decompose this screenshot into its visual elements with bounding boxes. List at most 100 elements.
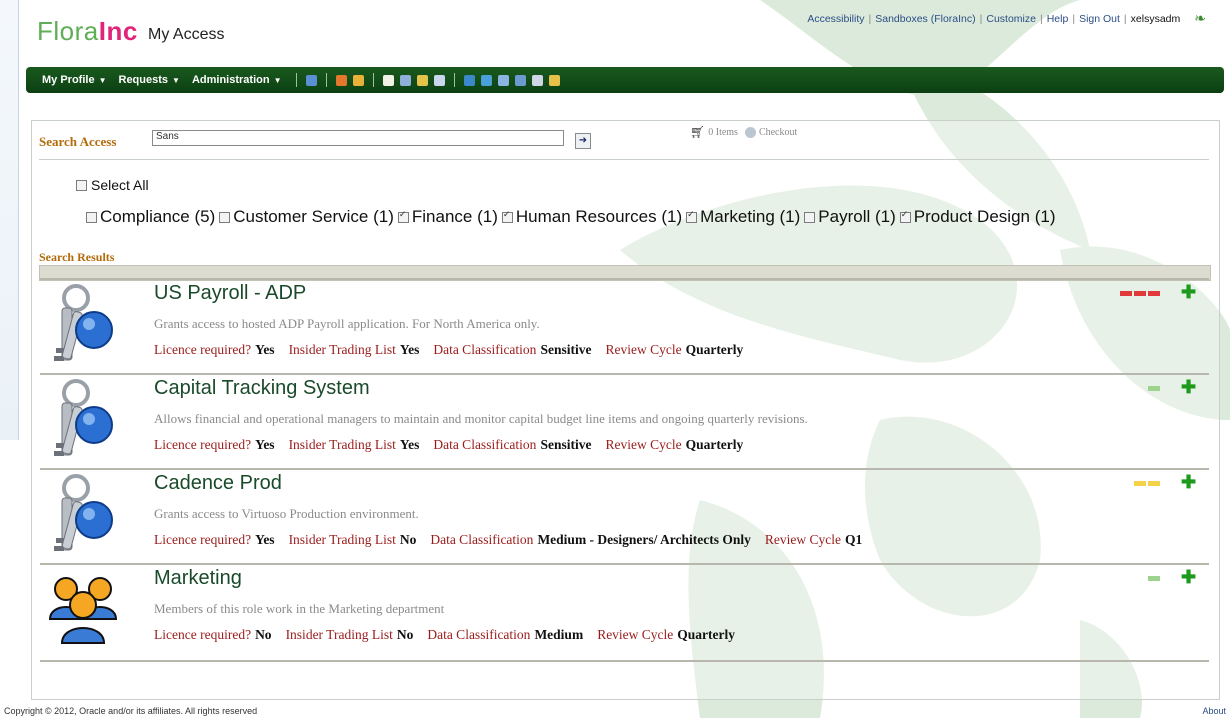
search-input[interactable]: Sans [152,130,564,146]
category-filters: Compliance (5) Customer Service (1) Fina… [86,207,1059,227]
risk-bar [1148,576,1160,581]
review-label: Review Cycle [597,627,674,642]
item-description: Grants access to hosted ADP Payroll appl… [154,316,540,331]
item-description: Members of this role work in the Marketi… [154,601,445,616]
classification-value: Medium - Designers/ Architects Only [537,532,751,547]
item-title[interactable]: Cadence Prod [154,472,282,495]
checklist-icon[interactable] [433,74,445,86]
item-title[interactable]: Capital Tracking System [154,377,370,400]
table-icon[interactable] [531,74,543,86]
link-customize[interactable]: Customize [986,13,1036,25]
licence-label: Licence required? [154,437,252,452]
filter-product-design[interactable]: Product Design (1) [899,207,1055,227]
copyright: Copyright © 2012, Oracle and/or its affi… [4,706,258,716]
risk-bar [1148,386,1160,391]
item-title[interactable]: US Payroll - ADP [154,282,306,305]
item-description: Allows financial and operational manager… [154,411,808,426]
user-admin-icon[interactable] [463,74,475,86]
filter-human-resources[interactable]: Human Resources (1) [501,207,682,227]
person-icon[interactable] [335,74,347,86]
app-title: My Access [148,26,225,43]
link-sign-out[interactable]: Sign Out [1079,13,1120,25]
insider-value: Yes [399,437,420,452]
item-title[interactable]: Marketing [154,567,242,590]
keys-icon [48,282,118,368]
checkout-link[interactable]: Checkout [759,127,797,138]
classification-label: Data Classification [427,627,531,642]
link-accessibility[interactable]: Accessibility [807,13,864,25]
classification-value: Sensitive [540,437,592,452]
filter-checkbox[interactable] [899,209,911,223]
classification-label: Data Classification [433,437,537,452]
checkout-icon[interactable] [744,127,756,138]
select-all-checkbox[interactable] [76,179,87,191]
licence-label: Licence required? [154,532,252,547]
licence-label: Licence required? [154,342,252,357]
review-value: Quarterly [685,342,744,357]
role-icon[interactable] [480,74,492,86]
filter-checkbox[interactable] [397,209,409,223]
main-nav-bar: My Profile ▼ Requests ▼ Administration ▼ [26,67,1224,93]
item-metadata: Licence required? Yes Insider Trading List… [154,532,876,548]
menu-requests[interactable]: Requests ▼ [119,74,180,86]
classification-value: Medium [534,627,584,642]
review-label: Review Cycle [605,342,682,357]
logo-part-flora: Flora [37,16,99,46]
link-sandboxes[interactable]: Sandboxes (FloraInc) [875,13,975,25]
insider-label: Insider Trading List [288,437,396,452]
add-to-cart-icon[interactable]: ✚ [1181,378,1196,396]
item-metadata: Licence required? Yes Insider Trading List… [154,437,757,453]
chevron-down-icon: ▼ [273,75,282,85]
licence-value: No [255,627,272,642]
filter-checkbox[interactable] [86,211,97,223]
chevron-down-icon: ▼ [98,75,107,85]
search-go-button[interactable]: ➜ [575,133,591,149]
select-all[interactable]: Select All [76,177,149,193]
insider-label: Insider Trading List [285,627,393,642]
review-value: Q1 [845,532,863,547]
row-separator [40,373,1209,375]
cart-count[interactable]: 0 Items [708,127,738,138]
organization-icon[interactable] [497,74,509,86]
add-to-cart-icon[interactable]: ✚ [1181,283,1196,301]
archive-icon[interactable] [548,74,560,86]
risk-level-indicator [1148,386,1160,391]
filter-finance[interactable]: Finance (1) [397,207,498,227]
link-help[interactable]: Help [1047,13,1069,25]
search-access-label: Search Access [39,134,117,149]
classification-label: Data Classification [433,342,537,357]
keys-icon [48,377,118,463]
dashboard-icon[interactable] [305,74,317,86]
risk-bar [1134,481,1146,486]
cart-summary: 🛒︎ 0 Items Checkout [690,125,797,140]
people-icon [48,567,118,653]
catalog-icon[interactable] [382,74,394,86]
filter-payroll[interactable]: Payroll (1) [804,207,896,227]
approve-icon[interactable] [416,74,428,86]
filter-marketing[interactable]: Marketing (1) [686,207,800,227]
row-separator [40,563,1209,565]
licence-value: Yes [255,532,275,547]
licence-label: Licence required? [154,627,252,642]
filter-checkbox[interactable] [219,211,231,223]
top-links: Accessibility | Sandboxes (FloraInc) | Cus… [807,10,1206,26]
binoculars-icon[interactable] [399,74,411,86]
add-to-cart-icon[interactable]: ✚ [1181,473,1196,491]
select-all-label: Select All [91,177,149,193]
menu-administration[interactable]: Administration ▼ [192,74,282,86]
filter-checkbox[interactable] [804,211,816,223]
filter-checkbox[interactable] [501,209,513,223]
licence-value: Yes [255,342,275,357]
about-link[interactable]: About [1202,706,1226,716]
arrow-right-icon: ➜ [578,135,588,146]
filter-checkbox[interactable] [686,209,698,223]
left-side-panel [0,0,19,440]
menu-my-profile[interactable]: My Profile ▼ [42,74,107,86]
hierarchy-icon[interactable] [514,74,526,86]
add-to-cart-icon[interactable]: ✚ [1181,568,1196,586]
filter-customer-service[interactable]: Customer Service (1) [219,207,394,227]
user-name: xelsysadm [1130,12,1181,25]
cart-icon[interactable]: 🛒︎ [690,125,705,140]
person-key-icon[interactable] [352,74,364,86]
filter-compliance[interactable]: Compliance (5) [86,207,215,227]
